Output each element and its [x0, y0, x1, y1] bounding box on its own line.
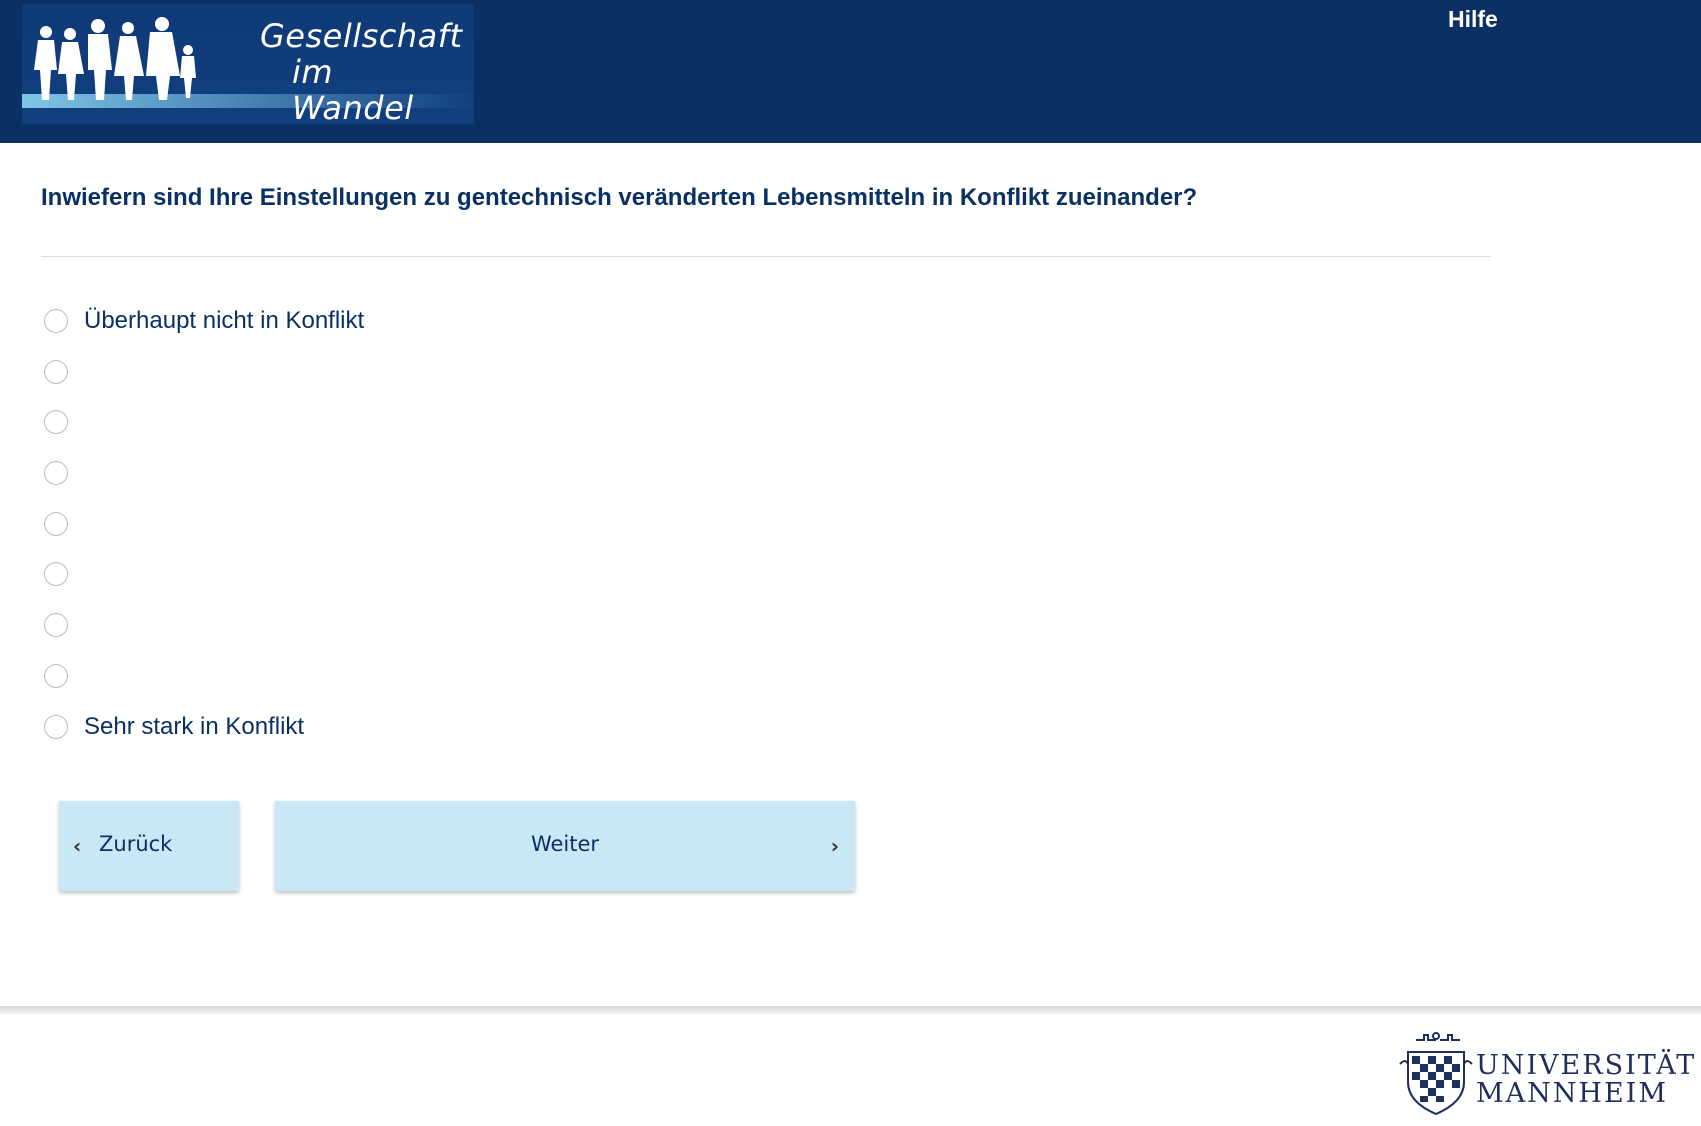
radio-button[interactable]	[44, 309, 68, 333]
question-text: Inwiefern sind Ihre Einstellungen zu gen…	[41, 184, 1198, 211]
option-label: Sehr stark in Konflikt	[84, 713, 305, 740]
radio-button[interactable]	[44, 512, 68, 536]
option-9[interactable]: Sehr stark in Konflikt	[44, 712, 304, 742]
gesellschaft-im-wandel-logo: Gesellschaft im Wandel	[22, 4, 474, 124]
chevron-left-icon: ‹	[73, 834, 82, 858]
footer-separator	[0, 1006, 1701, 1014]
option-5[interactable]	[44, 509, 84, 539]
radio-button[interactable]	[44, 715, 68, 739]
chevron-right-icon: ›	[830, 834, 839, 858]
next-button-label: Weiter	[530, 832, 600, 856]
option-7[interactable]	[44, 610, 84, 640]
logo-wordmark: Gesellschaft im Wandel	[222, 18, 462, 124]
back-button[interactable]: ‹ Zurück	[59, 801, 239, 891]
next-button[interactable]: Weiter ›	[275, 801, 855, 891]
radio-button[interactable]	[44, 360, 68, 384]
option-4[interactable]	[44, 458, 84, 488]
option-1[interactable]: Überhaupt nicht in Konflikt	[44, 306, 364, 336]
back-button-label: Zurück	[99, 832, 173, 856]
help-link[interactable]: Hilfe	[1448, 6, 1498, 33]
logo-line-1: Gesellschaft	[260, 17, 463, 55]
option-3[interactable]	[44, 407, 84, 437]
radio-button[interactable]	[44, 562, 68, 586]
option-8[interactable]	[44, 661, 84, 691]
radio-button[interactable]	[44, 613, 68, 637]
header-bar: Gesellschaft im Wandel Hilfe	[0, 0, 1701, 143]
radio-button[interactable]	[44, 410, 68, 434]
radio-button[interactable]	[44, 461, 68, 485]
university-line-1: UNIVERSITÄT	[1476, 1050, 1697, 1081]
radio-button[interactable]	[44, 664, 68, 688]
university-line-2: MANNHEIM	[1476, 1078, 1668, 1109]
option-2[interactable]	[44, 357, 84, 387]
option-label: Überhaupt nicht in Konflikt	[84, 307, 365, 334]
crest-icon	[1399, 1032, 1473, 1116]
university-name: UNIVERSITÄT MANNHEIM	[1476, 1052, 1696, 1108]
divider	[41, 256, 1491, 257]
logo-line-2: im Wandel	[292, 53, 414, 124]
option-6[interactable]	[44, 559, 84, 589]
university-mannheim-logo: UNIVERSITÄT MANNHEIM	[1396, 1030, 1696, 1120]
